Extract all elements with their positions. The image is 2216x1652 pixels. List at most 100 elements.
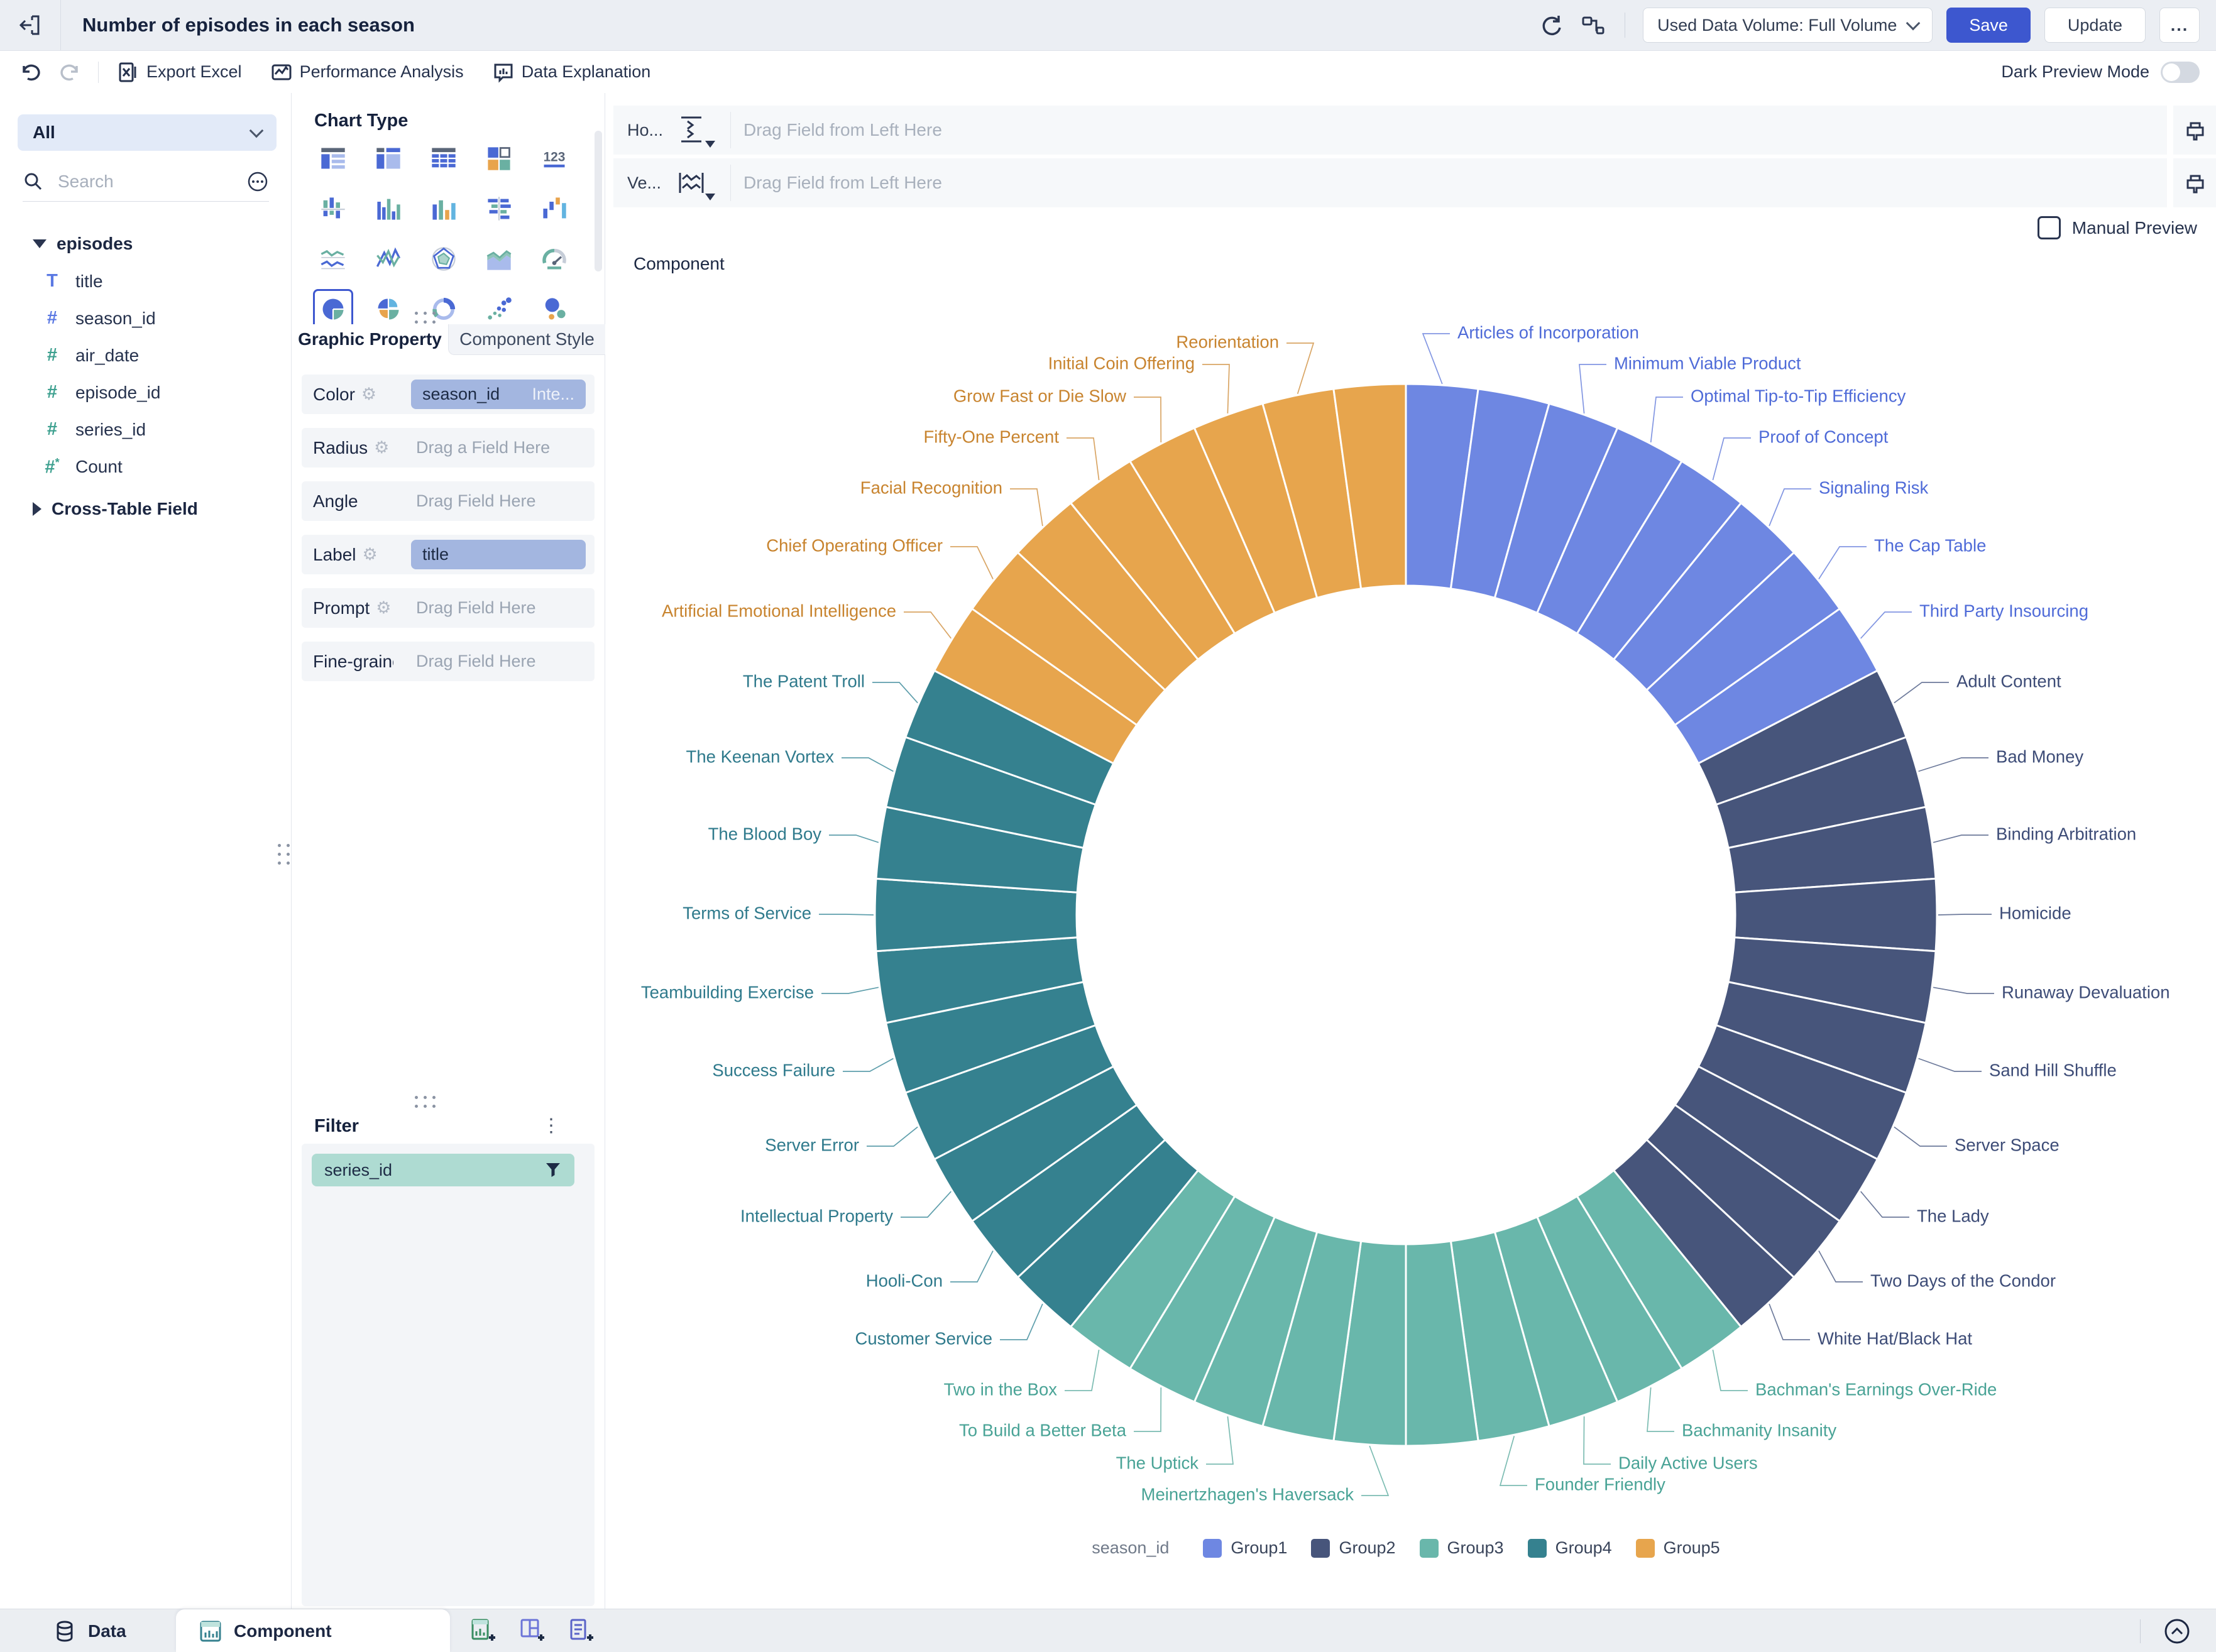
pie-chart-icon[interactable]	[313, 289, 353, 329]
redo-icon[interactable]	[59, 61, 82, 84]
label-leader-line	[1819, 1251, 1863, 1283]
search-input[interactable]: Search	[58, 172, 233, 192]
kpi-card-chart-icon[interactable]	[479, 138, 519, 178]
property-row-angle[interactable]: AngleDrag Field Here	[302, 481, 595, 521]
slice-label: To Build a Better Beta	[959, 1420, 1127, 1440]
section-resize-handle[interactable]	[415, 1096, 437, 1110]
gear-icon[interactable]: ⚙	[361, 385, 376, 404]
property-row-prompt[interactable]: Prompt⚙Drag Field Here	[302, 588, 595, 628]
slice-label: Intellectual Property	[740, 1206, 893, 1225]
back-button[interactable]	[0, 0, 61, 50]
property-row-fine-grained[interactable]: Fine-grainedDrag Field Here	[302, 642, 595, 681]
legend-item-group4[interactable]: Group4	[1528, 1538, 1612, 1558]
speech-bubble-icon	[493, 62, 514, 83]
legend-item-group2[interactable]: Group2	[1311, 1538, 1395, 1558]
refresh-icon[interactable]	[1538, 11, 1566, 39]
add-layout-icon[interactable]	[519, 1618, 546, 1644]
performance-analysis-button[interactable]: Performance Analysis	[271, 62, 464, 83]
gear-icon[interactable]: ⚙	[376, 598, 391, 618]
add-chart-component-icon[interactable]	[470, 1618, 496, 1644]
legend-item-group5[interactable]: Group5	[1636, 1538, 1720, 1558]
gear-icon[interactable]: ⚙	[374, 438, 389, 457]
number-field-icon: #	[41, 308, 63, 329]
excel-icon	[118, 62, 139, 83]
tab-graphic-property[interactable]: Graphic Property	[292, 324, 448, 354]
canvas-area: Ho... Drag Field from Left Here Ve... Dr…	[606, 93, 2216, 1609]
more-button[interactable]: ...	[2159, 8, 2200, 43]
custom-line-chart-icon[interactable]	[368, 239, 409, 279]
multi-pie-chart-icon[interactable]	[368, 289, 409, 329]
save-button[interactable]: Save	[1946, 8, 2031, 43]
grouped-table-chart-icon[interactable]	[313, 138, 353, 178]
label-leader-line	[1423, 334, 1450, 384]
horizontal-bar-chart-icon[interactable]	[479, 189, 519, 229]
label-leader-line	[904, 612, 951, 638]
field-pill[interactable]: season_idInte...	[411, 380, 586, 409]
slice-label: Teambuilding Exercise	[641, 982, 814, 1002]
slice-label: Adult Content	[1956, 671, 2061, 691]
dark-preview-toggle[interactable]	[2161, 62, 2200, 83]
filter-field-pill[interactable]: series_id	[312, 1154, 574, 1186]
grouped-bar-chart-icon[interactable]	[368, 189, 409, 229]
number-123-chart-icon[interactable]: 123	[534, 138, 574, 178]
label-leader-line	[1134, 397, 1161, 442]
multi-color-bar-chart-icon[interactable]	[424, 189, 464, 229]
field-item-title[interactable]: Ttitle	[0, 263, 291, 300]
radar-chart-icon[interactable]	[424, 239, 464, 279]
slice-label: Chief Operating Officer	[766, 535, 943, 555]
scrollbar-thumb[interactable]	[595, 131, 602, 271]
lineage-icon[interactable]	[1579, 11, 1607, 39]
data-explanation-button[interactable]: Data Explanation	[493, 62, 651, 83]
split-bar-chart-icon[interactable]	[313, 189, 353, 229]
field-pill[interactable]: title	[411, 540, 586, 569]
gauge-chart-icon[interactable]	[534, 239, 574, 279]
dark-preview-label: Dark Preview Mode	[2001, 62, 2149, 82]
legend-item-group3[interactable]: Group3	[1420, 1538, 1504, 1558]
waterfall-chart-icon[interactable]	[534, 189, 574, 229]
donut-chart[interactable]: Articles of IncorporationFiduciary Dutie…	[606, 93, 2216, 1609]
data-volume-select[interactable]: Used Data Volume: Full Volume	[1643, 8, 1933, 43]
search-icon	[23, 171, 44, 192]
bubble-chart-icon[interactable]	[534, 289, 574, 329]
detail-table-chart-icon[interactable]	[368, 138, 409, 178]
circle-ellipsis-icon[interactable]	[246, 170, 269, 193]
kebab-menu-icon[interactable]: ⋮	[542, 1115, 561, 1137]
tab-component-style[interactable]: Component Style	[448, 324, 605, 355]
multi-line-chart-icon[interactable]	[313, 239, 353, 279]
field-item-Count[interactable]: #*Count	[0, 448, 291, 486]
field-item-series_id[interactable]: #series_id	[0, 411, 291, 448]
add-list-icon[interactable]	[568, 1618, 595, 1644]
field-item-season_id[interactable]: #season_id	[0, 300, 291, 337]
property-row-label[interactable]: Label⚙title	[302, 535, 595, 574]
property-row-color[interactable]: Color⚙season_idInte...	[302, 375, 595, 414]
panel-resize-handle[interactable]	[278, 844, 292, 867]
filter-dropzone[interactable]: series_id	[302, 1144, 595, 1606]
export-excel-button[interactable]: Export Excel	[118, 62, 242, 83]
label-leader-line	[821, 987, 879, 993]
tab-data[interactable]: Data	[53, 1609, 126, 1652]
exit-icon	[18, 13, 43, 38]
collapse-panel-icon[interactable]	[2163, 1617, 2191, 1645]
cross-table-field-node[interactable]: Cross-Table Field	[0, 490, 291, 528]
label-leader-line	[1067, 438, 1099, 480]
cross-table-chart-icon[interactable]	[424, 138, 464, 178]
property-row-radius[interactable]: Radius⚙Drag a Field Here	[302, 428, 595, 468]
gear-icon[interactable]: ⚙	[363, 545, 378, 564]
field-item-episode_id[interactable]: #episode_id	[0, 374, 291, 411]
slice-label: The Uptick	[1116, 1453, 1199, 1472]
label-leader-line	[1579, 364, 1606, 413]
legend-item-group1[interactable]: Group1	[1203, 1538, 1287, 1558]
table-node-episodes[interactable]: episodes	[0, 225, 291, 263]
tab-component[interactable]: Component	[176, 1609, 450, 1652]
field-item-air_date[interactable]: #air_date	[0, 337, 291, 374]
update-button[interactable]: Update	[2044, 8, 2146, 43]
dataset-select[interactable]: All	[18, 114, 277, 151]
area-chart-icon[interactable]	[479, 239, 519, 279]
label-leader-line	[1713, 438, 1751, 480]
undo-icon[interactable]	[19, 61, 41, 84]
number-field-icon: #	[41, 382, 63, 403]
label-leader-line	[1651, 397, 1683, 442]
slice-label: Terms of Service	[683, 903, 811, 922]
section-resize-handle[interactable]	[415, 312, 437, 325]
scatter-chart-icon[interactable]	[479, 289, 519, 329]
